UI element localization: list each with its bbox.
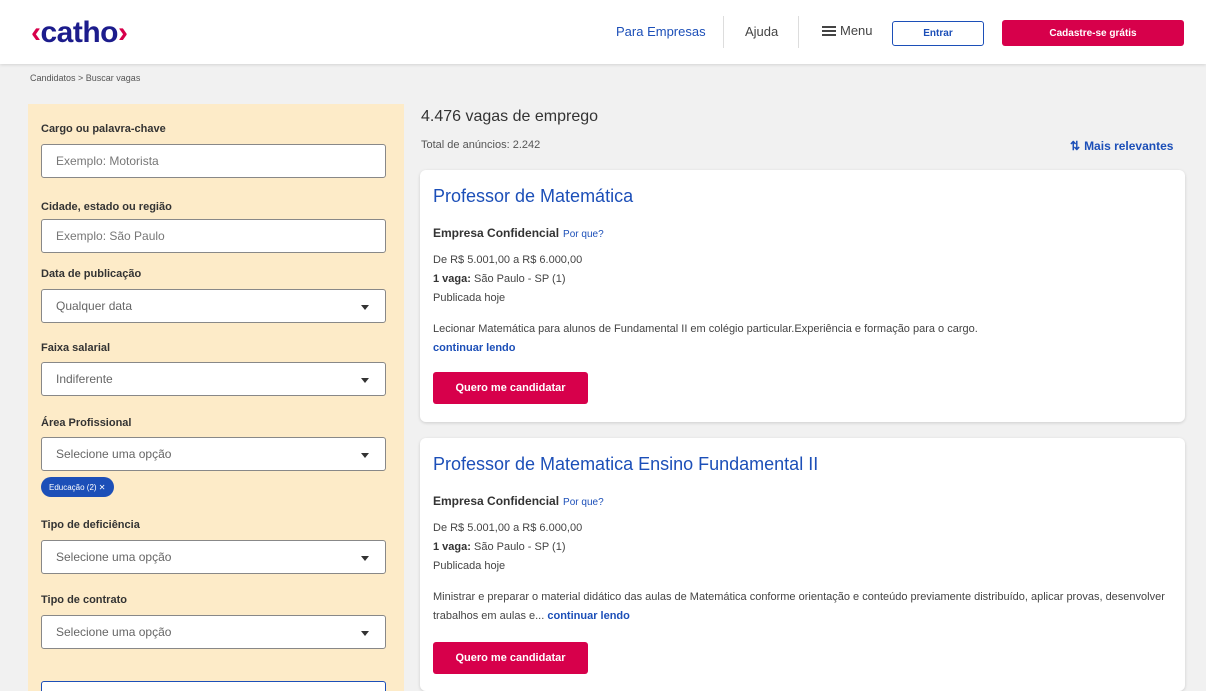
job-card[interactable]: Professor de Matemática Empresa Confiden… xyxy=(420,170,1185,422)
sort-arrows-icon: ⇅ xyxy=(1070,139,1081,153)
vacancy-count: 1 vaga: xyxy=(433,273,471,285)
sort-button[interactable]: ⇅ Mais relevantes xyxy=(1070,139,1173,153)
why-link[interactable]: Por que? xyxy=(563,229,604,240)
job-company: Empresa Confidencial Por que? xyxy=(433,226,604,240)
area-label: Área Profissional xyxy=(41,417,132,429)
logo-left-chevron: ‹ xyxy=(31,16,41,49)
signup-button[interactable]: Cadastre-se grátis xyxy=(1002,20,1184,46)
job-salary: De R$ 5.001,00 a R$ 6.000,00 xyxy=(433,522,583,534)
job-company: Empresa Confidencial Por que? xyxy=(433,494,604,508)
nav-ajuda-link[interactable]: Ajuda xyxy=(745,24,778,39)
keyword-field[interactable] xyxy=(41,144,386,178)
login-button[interactable]: Entrar xyxy=(892,21,984,46)
job-location: 1 vaga: São Paulo - SP (1) xyxy=(433,273,566,285)
chevron-down-icon xyxy=(361,305,369,310)
area-select[interactable]: Selecione uma opção xyxy=(41,437,386,471)
salary-label: Faixa salarial xyxy=(41,342,111,354)
description-text: Lecionar Matemática para alunos de Funda… xyxy=(433,323,978,335)
disability-select[interactable]: Selecione uma opção xyxy=(41,540,386,574)
hamburger-icon xyxy=(822,25,836,36)
logo-wordmark: catho xyxy=(40,16,119,49)
job-title[interactable]: Professor de Matemática xyxy=(433,186,633,207)
nav-divider xyxy=(798,16,799,48)
job-location: 1 vaga: São Paulo - SP (1) xyxy=(433,541,566,553)
company-name: Empresa Confidencial xyxy=(433,494,560,508)
results-title: 4.476 vagas de emprego xyxy=(421,108,599,125)
results-total: Total de anúncios: 2.242 xyxy=(421,139,541,151)
why-link[interactable]: Por que? xyxy=(563,497,604,508)
sort-label: Mais relevantes xyxy=(1084,139,1174,153)
job-published: Publicada hoje xyxy=(433,560,506,572)
nav-divider xyxy=(723,16,724,48)
keyword-input[interactable] xyxy=(56,145,385,177)
read-more-link[interactable]: continuar lendo xyxy=(433,342,516,354)
chevron-down-icon xyxy=(361,556,369,561)
apply-button[interactable]: Quero me candidatar xyxy=(433,372,588,404)
location-text: São Paulo - SP (1) xyxy=(473,541,566,553)
chevron-down-icon xyxy=(361,631,369,636)
job-title[interactable]: Professor de Matematica Ensino Fundament… xyxy=(433,454,818,475)
job-description: Lecionar Matemática para alunos de Funda… xyxy=(433,320,1173,358)
job-published: Publicada hoje xyxy=(433,292,506,304)
next-filter-field[interactable] xyxy=(41,681,386,691)
area-filter-chip[interactable]: Educação (2) ✕ xyxy=(41,477,114,497)
filter-sidebar: Cargo ou palavra-chave Cidade, estado ou… xyxy=(28,104,404,691)
city-field[interactable] xyxy=(41,219,386,253)
menu-label: Menu xyxy=(840,23,873,38)
logo-right-chevron: › xyxy=(118,16,128,49)
city-label: Cidade, estado ou região xyxy=(41,201,172,213)
job-card[interactable]: Professor de Matematica Ensino Fundament… xyxy=(420,438,1185,691)
disability-select-value: Selecione uma opção xyxy=(56,550,172,564)
nav-menu-button[interactable]: Menu xyxy=(822,23,873,38)
date-select[interactable]: Qualquer data xyxy=(41,289,386,323)
contract-select[interactable]: Selecione uma opção xyxy=(41,615,386,649)
city-input[interactable] xyxy=(56,220,385,252)
top-header: ‹catho› Para Empresas Ajuda Menu Entrar … xyxy=(0,0,1206,64)
area-select-value: Selecione uma opção xyxy=(56,447,172,461)
date-label: Data de publicação xyxy=(41,268,142,280)
description-text: Ministrar e preparar o material didático… xyxy=(433,591,1165,622)
chevron-down-icon xyxy=(361,378,369,383)
nav-para-empresas-link[interactable]: Para Empresas xyxy=(616,24,706,39)
breadcrumb[interactable]: Candidatos > Buscar vagas xyxy=(30,73,140,83)
date-select-value: Qualquer data xyxy=(56,299,133,313)
salary-select[interactable]: Indiferente xyxy=(41,362,386,396)
salary-select-value: Indiferente xyxy=(56,372,113,386)
apply-button[interactable]: Quero me candidatar xyxy=(433,642,588,674)
contract-label: Tipo de contrato xyxy=(41,594,127,606)
read-more-link[interactable]: continuar lendo xyxy=(547,610,630,622)
disability-label: Tipo de deficiência xyxy=(41,519,140,531)
vacancy-count: 1 vaga: xyxy=(433,541,471,553)
keyword-label: Cargo ou palavra-chave xyxy=(41,123,166,135)
job-description: Ministrar e preparar o material didático… xyxy=(433,588,1173,626)
contract-select-value: Selecione uma opção xyxy=(56,625,172,639)
company-name: Empresa Confidencial xyxy=(433,226,560,240)
catho-logo[interactable]: ‹catho› xyxy=(31,16,128,50)
location-text: São Paulo - SP (1) xyxy=(473,273,566,285)
job-salary: De R$ 5.001,00 a R$ 6.000,00 xyxy=(433,254,583,266)
chevron-down-icon xyxy=(361,453,369,458)
